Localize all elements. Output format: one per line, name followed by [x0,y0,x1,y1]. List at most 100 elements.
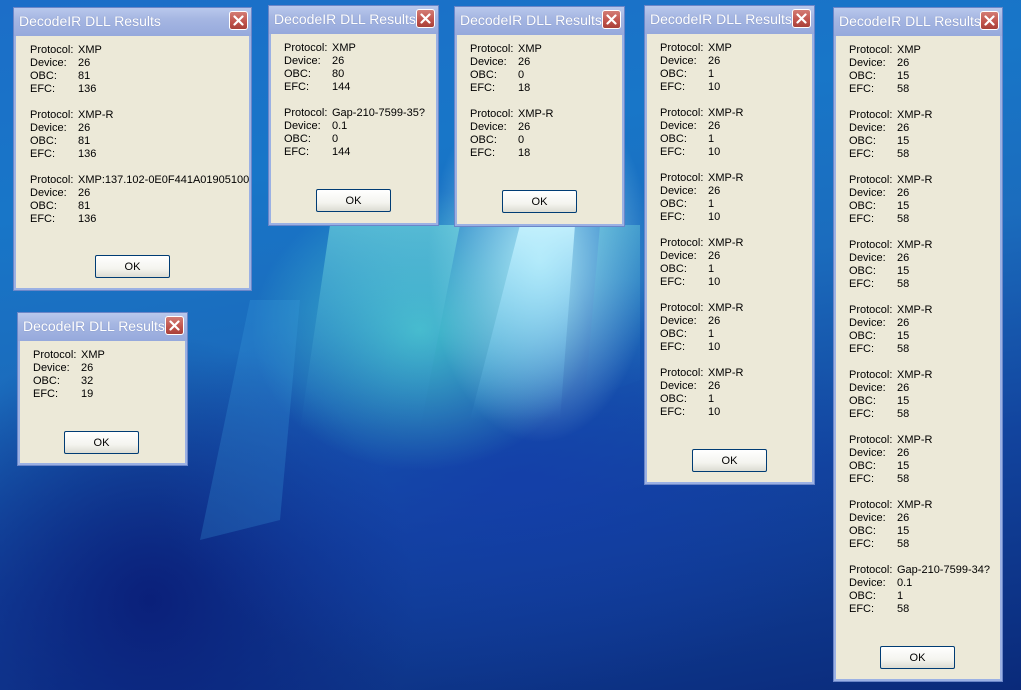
close-button[interactable] [416,9,435,28]
protocol-label: Protocol: [30,174,74,186]
device-value: 26 [897,122,910,134]
efc-value: 58 [897,538,910,550]
protocol-label: Protocol: [849,304,893,316]
device-value: 26 [518,121,531,133]
device-label: Device: [849,577,886,589]
dialog-title: DecodeIR DLL Results [460,12,602,28]
device-label: Device: [660,315,697,327]
efc-label: EFC: [849,408,875,420]
result-group: Protocol: XMP Device: 26 OBC: 32 EFC: 19 [33,349,187,401]
protocol-value: XMP [708,42,732,54]
protocol-label: Protocol: [30,109,74,121]
results-dialog-1: DecodeIR DLL Results Protocol: XMP Device… [13,7,252,291]
obc-value: 1 [708,328,715,340]
efc-label: EFC: [849,538,875,550]
device-label: Device: [660,55,697,67]
close-button[interactable] [165,316,184,335]
obc-label: OBC: [849,525,876,537]
efc-value: 10 [708,276,721,288]
dialog-title-bar[interactable]: DecodeIR DLL Results [455,7,624,35]
close-button[interactable] [602,10,621,29]
obc-label: OBC: [30,135,57,147]
result-group: Protocol: XMP-R Device: 26 OBC: 1 EFC: 10 [660,172,814,224]
obc-label: OBC: [284,68,311,80]
ok-button[interactable]: OK [880,646,955,669]
efc-value: 58 [897,603,910,615]
dialog-title-bar[interactable]: DecodeIR DLL Results [18,313,187,341]
device-value: 26 [708,185,721,197]
obc-label: OBC: [849,460,876,472]
efc-label: EFC: [849,278,875,290]
close-button[interactable] [229,11,248,30]
device-label: Device: [849,512,886,524]
protocol-value: XMP-R [897,174,933,186]
device-value: 26 [897,447,910,459]
device-label: Device: [660,250,697,262]
protocol-label: Protocol: [284,42,328,54]
obc-label: OBC: [30,70,57,82]
dialog-title-bar[interactable]: DecodeIR DLL Results [645,6,814,34]
obc-value: 15 [897,135,910,147]
dialog-title-bar[interactable]: DecodeIR DLL Results [834,8,1002,36]
obc-label: OBC: [660,133,687,145]
close-button[interactable] [980,11,999,30]
protocol-value: XMP [332,42,356,54]
ok-button[interactable]: OK [316,189,391,212]
result-group: Protocol: XMP-R Device: 26 OBC: 1 EFC: 10 [660,107,814,159]
device-value: 26 [708,380,721,392]
ok-button[interactable]: OK [95,255,170,278]
protocol-label: Protocol: [470,108,514,120]
result-group: Protocol: XMP Device: 26 OBC: 0 EFC: 18 [470,43,624,95]
result-group: Protocol: Gap-210-7599-34? Device: 0.1 OBC… [849,564,1002,616]
obc-label: OBC: [660,198,687,210]
dialog-title-bar[interactable]: DecodeIR DLL Results [14,8,251,36]
obc-label: OBC: [660,68,687,80]
dialog-title-bar[interactable]: DecodeIR DLL Results [269,6,438,34]
efc-value: 10 [708,146,721,158]
obc-value: 15 [897,265,910,277]
results-dialog-4: DecodeIR DLL Results Protocol: XMP Device… [644,5,815,485]
close-button[interactable] [792,9,811,28]
protocol-value: XMP-R [518,108,554,120]
obc-label: OBC: [849,590,876,602]
efc-value: 10 [708,341,721,353]
efc-value: 58 [897,148,910,160]
protocol-value: XMP-R [708,367,744,379]
protocol-value: XMP-R [708,302,744,314]
protocol-label: Protocol: [849,109,893,121]
protocol-label: Protocol: [849,434,893,446]
efc-label: EFC: [660,81,686,93]
protocol-value: Gap-210-7599-34? [897,564,990,576]
protocol-label: Protocol: [849,369,893,381]
device-label: Device: [849,57,886,69]
protocol-value: XMP-R [708,237,744,249]
obc-value: 15 [897,395,910,407]
device-label: Device: [849,317,886,329]
results-list: Protocol: XMP Device: 26 OBC: 81 EFC: 136 Pr… [30,44,251,239]
ok-button[interactable]: OK [502,190,577,213]
device-label: Device: [470,121,507,133]
device-value: 26 [897,57,910,69]
protocol-value: XMP [81,349,105,361]
protocol-value: XMP-R [708,172,744,184]
device-label: Device: [470,56,507,68]
device-value: 26 [708,55,721,67]
device-value: 0.1 [897,577,913,589]
dialog-title: DecodeIR DLL Results [23,318,165,334]
dialog-title: DecodeIR DLL Results [650,11,792,27]
protocol-value: XMP-R [78,109,114,121]
result-group: Protocol: XMP-R Device: 26 OBC: 1 EFC: 10 [660,302,814,354]
protocol-label: Protocol: [660,172,704,184]
ok-button[interactable]: OK [64,431,139,454]
result-group: Protocol: XMP-R Device: 26 OBC: 1 EFC: 10 [660,237,814,289]
dialog-title: DecodeIR DLL Results [19,13,161,29]
close-icon [233,15,244,26]
efc-label: EFC: [660,146,686,158]
obc-value: 15 [897,330,910,342]
obc-value: 15 [897,70,910,82]
device-label: Device: [849,382,886,394]
ok-button[interactable]: OK [692,449,767,472]
obc-label: OBC: [33,375,60,387]
protocol-value: XMP-R [897,369,933,381]
efc-value: 10 [708,211,721,223]
